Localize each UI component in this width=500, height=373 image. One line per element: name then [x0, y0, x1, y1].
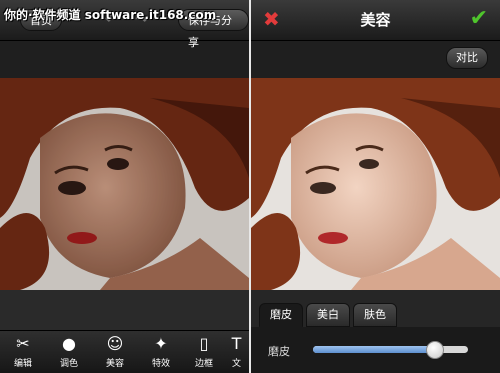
- text-tool-label: 文: [231, 359, 241, 369]
- tab-smooth-skin-label: 磨皮: [270, 308, 292, 321]
- page-title: 美容: [360, 11, 391, 29]
- face-icon: ☺: [106, 334, 124, 353]
- slider-fill: [313, 346, 434, 353]
- tab-whitening[interactable]: 美白: [306, 303, 350, 327]
- slider-knob[interactable]: [425, 341, 444, 359]
- compare-label: 对比: [456, 51, 478, 64]
- tool-bar: ✂ 编辑 ● 调色 ☺ 美容 ✦ 特效 ▯ 边框 T 文: [0, 330, 249, 373]
- beauty-tabs: 磨皮 美白 肤色: [251, 303, 500, 327]
- check-icon[interactable]: ✔: [470, 6, 488, 31]
- compare-button[interactable]: 对比: [446, 47, 488, 69]
- effects-tool-label: 特效: [151, 359, 170, 369]
- tab-panel: 磨皮: [251, 327, 500, 373]
- tab-whitening-label: 美白: [317, 308, 339, 321]
- watermark: 你的·软件频道 software.it168.com: [4, 8, 217, 22]
- frame-tool-label: 边框: [194, 359, 213, 369]
- edit-tool-label: 编辑: [13, 359, 32, 369]
- photo-after: [251, 78, 500, 290]
- tab-skin-tone-label: 肤色: [364, 308, 386, 321]
- effects-tool[interactable]: ✦ 特效: [141, 333, 181, 369]
- edit-tool[interactable]: ✂ 编辑: [3, 333, 43, 369]
- beauty-tool[interactable]: ☺ 美容: [95, 333, 135, 369]
- portrait-image: [0, 78, 249, 290]
- editor-screen: 首页 ↶ ↷ 保存与分享 你的·软件频道 software.it168.com: [0, 0, 249, 373]
- frame-tool[interactable]: ▯ 边框: [184, 333, 224, 369]
- tab-skin-tone[interactable]: 肤色: [353, 303, 397, 327]
- top-bar: ✖ 美容 ✔: [251, 0, 500, 41]
- beauty-screen: ✖ 美容 ✔ 对比 磨皮 美白 肤色 磨皮: [251, 0, 500, 373]
- slider-label: 磨皮: [268, 345, 290, 358]
- magic-wand-icon: ✦: [154, 334, 168, 353]
- photo-before: [0, 78, 249, 290]
- text-tool[interactable]: T 文: [224, 333, 249, 369]
- scissors-icon: ✂: [16, 334, 30, 353]
- beauty-tool-label: 美容: [105, 359, 124, 369]
- bottom-strip: [0, 290, 249, 330]
- portrait-image: [251, 78, 500, 290]
- color-tool[interactable]: ● 调色: [49, 333, 89, 369]
- palette-icon: ●: [62, 334, 76, 353]
- frame-icon: ▯: [199, 334, 209, 353]
- text-icon: T: [231, 334, 242, 353]
- smoothing-slider[interactable]: [313, 341, 468, 359]
- color-tool-label: 调色: [59, 359, 78, 369]
- tab-smooth-skin[interactable]: 磨皮: [259, 303, 303, 327]
